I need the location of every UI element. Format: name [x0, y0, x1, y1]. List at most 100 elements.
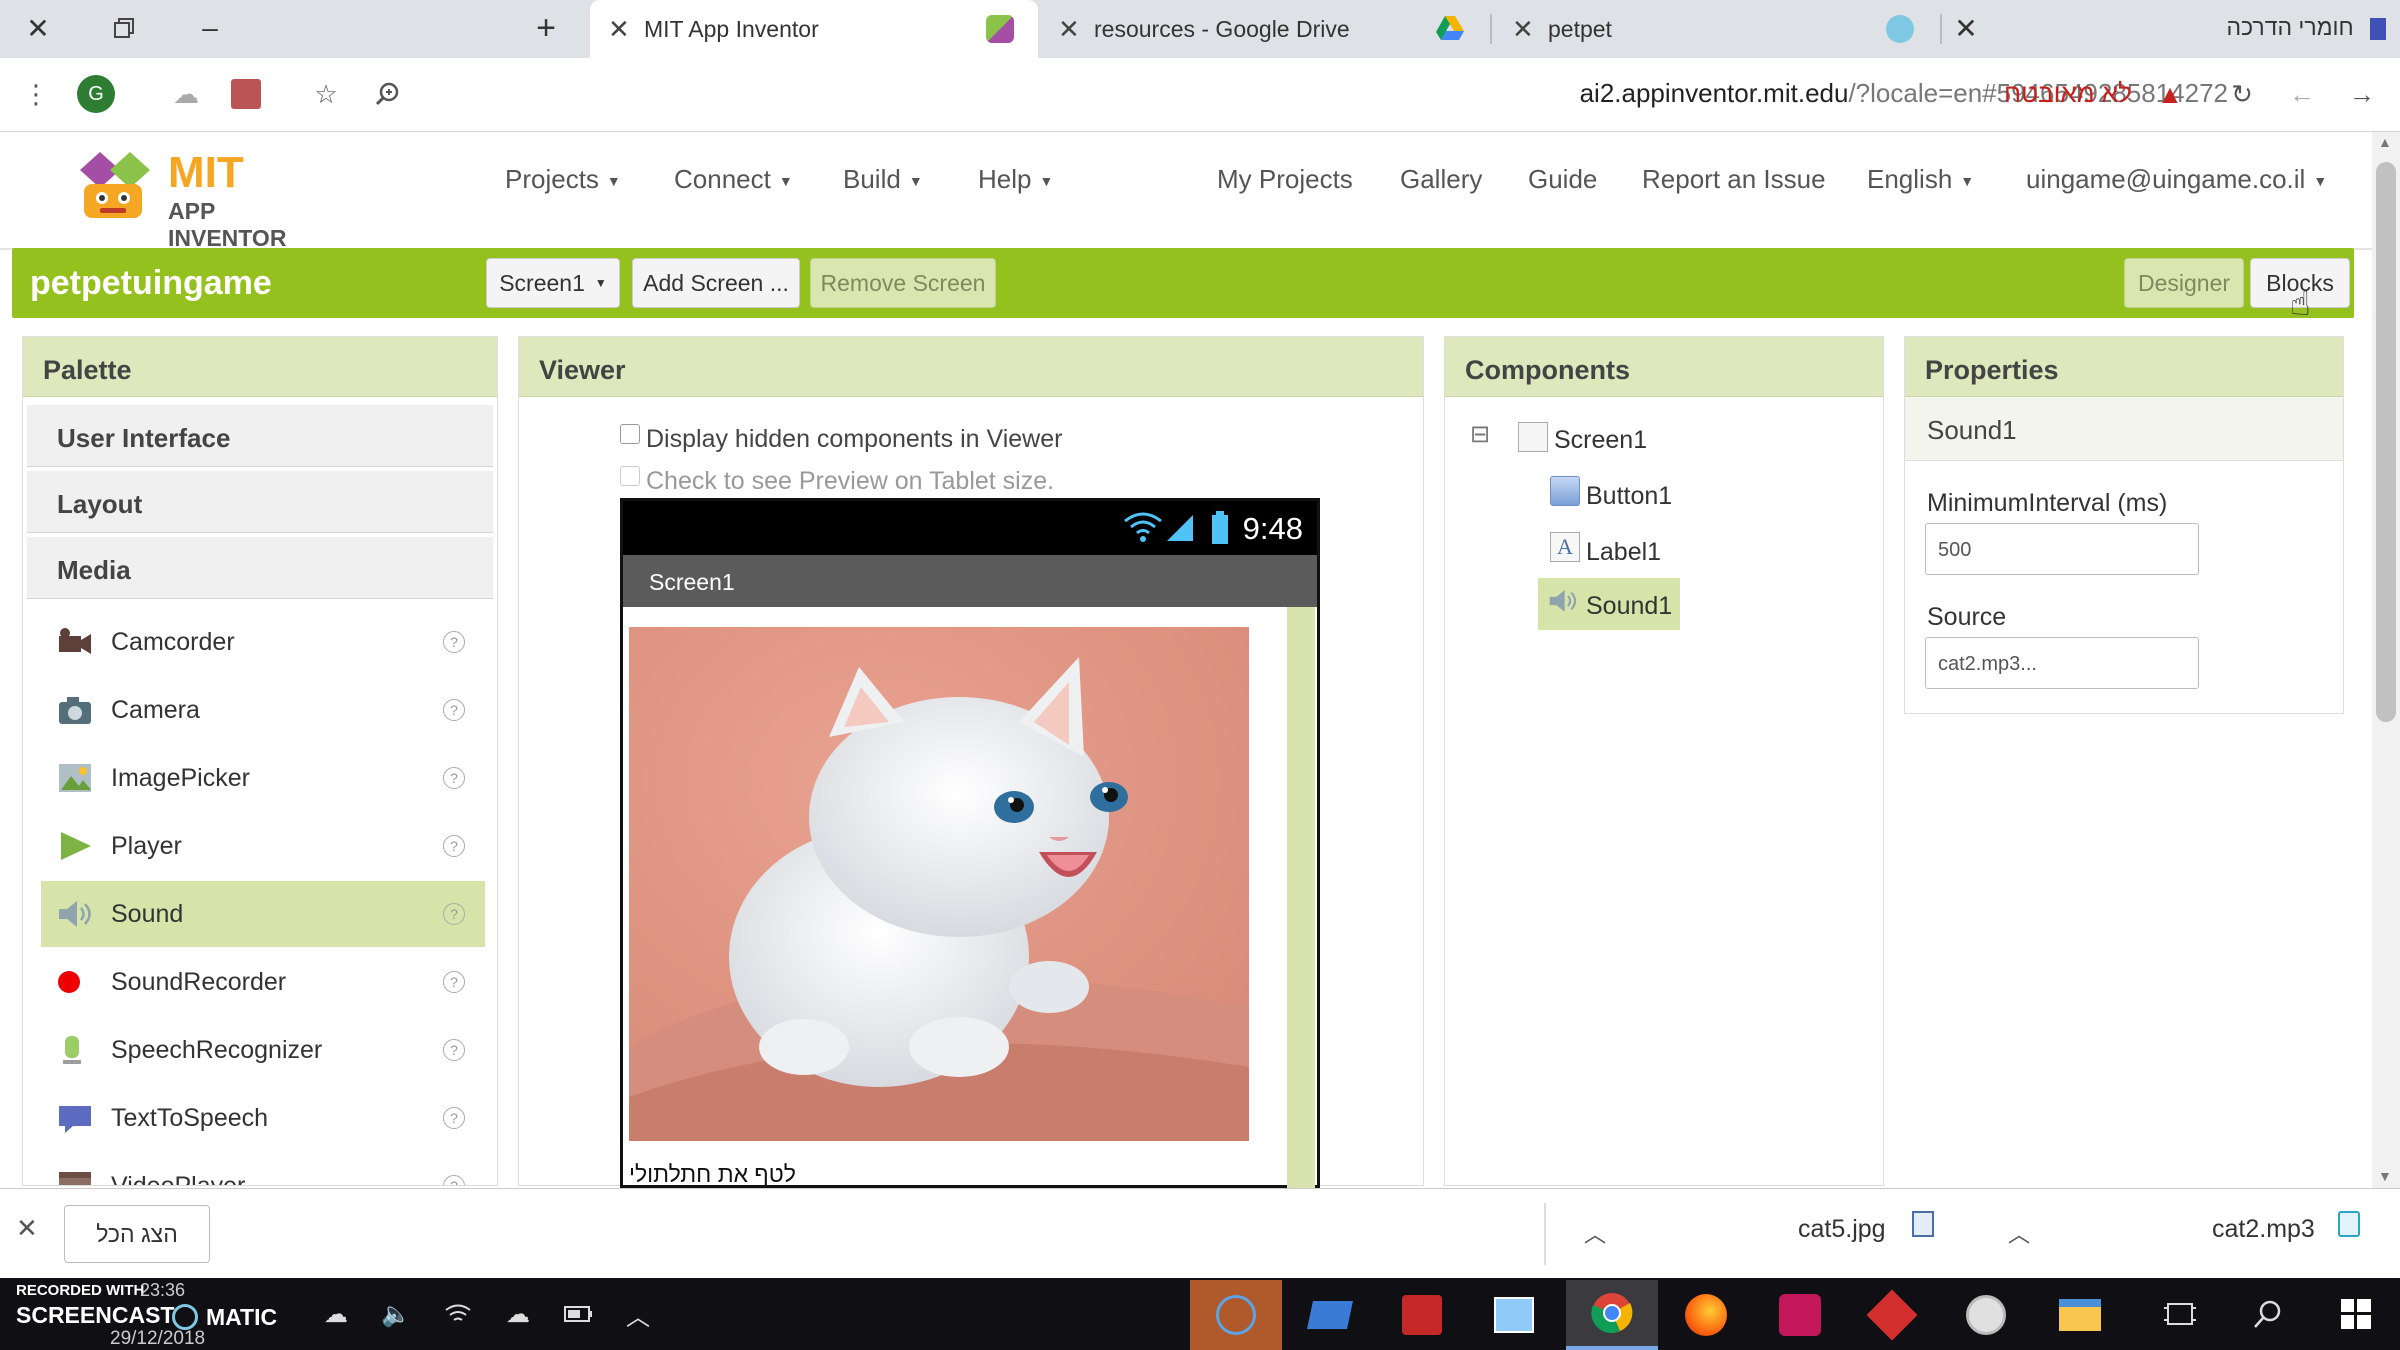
- windows-start-icon[interactable]: [2334, 1292, 2378, 1336]
- taskbar-app-explorer[interactable]: [2034, 1280, 2126, 1350]
- security-warning[interactable]: לא מאובטח: [2004, 78, 2132, 109]
- new-tab-button[interactable]: +: [516, 8, 576, 48]
- download-item-cat5[interactable]: ︿ cat5.jpg: [1560, 1189, 1980, 1279]
- menu-help[interactable]: Help ▼: [978, 164, 1053, 195]
- add-screen-button[interactable]: Add Screen ...: [632, 258, 800, 308]
- component-button1[interactable]: Button1: [1550, 474, 1750, 518]
- help-icon[interactable]: ?: [443, 699, 465, 721]
- zoom-icon[interactable]: [368, 74, 408, 114]
- bookmark-folder[interactable]: חומרי הדרכה: [2170, 14, 2386, 44]
- profile-avatar[interactable]: G: [76, 74, 116, 114]
- screen-select-dropdown[interactable]: Screen1 ▼: [486, 258, 620, 308]
- reload-icon[interactable]: ↻: [2222, 74, 2262, 114]
- chevron-up-icon[interactable]: ︿: [2008, 1217, 2030, 1249]
- help-icon[interactable]: ?: [443, 1107, 465, 1129]
- link-my-projects[interactable]: My Projects: [1217, 164, 1353, 195]
- help-icon[interactable]: ?: [443, 1175, 465, 1185]
- red-app-icon: [1779, 1294, 1821, 1336]
- taskbar-app-tool[interactable]: [1846, 1280, 1938, 1350]
- designer-button[interactable]: Designer: [2124, 258, 2244, 308]
- component-sound1[interactable]: Sound1: [1538, 578, 1680, 630]
- mit-app-inventor-logo[interactable]: MIT APP INVENTOR: [70, 142, 330, 251]
- task-view-icon[interactable]: [2158, 1292, 2202, 1336]
- palette-item-sound[interactable]: Sound ?: [41, 881, 485, 947]
- link-gallery[interactable]: Gallery: [1400, 164, 1482, 195]
- volume-icon[interactable]: 🔈: [374, 1292, 418, 1336]
- extension-pdf-icon[interactable]: [226, 74, 266, 114]
- page-scrollbar-thumb[interactable]: [2376, 162, 2396, 722]
- restore-window-icon[interactable]: [94, 8, 154, 48]
- extension-cloud-icon[interactable]: ☁: [166, 74, 206, 114]
- close-tab-icon[interactable]: ✕: [1512, 14, 1534, 45]
- show-hidden-icons-chevron-icon[interactable]: ︿: [616, 1292, 660, 1336]
- palette-item-imagepicker[interactable]: ImagePicker ?: [41, 745, 485, 811]
- palette-category-media[interactable]: Media: [27, 537, 493, 599]
- remove-screen-button[interactable]: Remove Screen: [810, 258, 996, 308]
- wifi-tray-icon[interactable]: [436, 1292, 480, 1336]
- tab-petpet[interactable]: ✕ petpet: [1494, 0, 1934, 58]
- menu-build[interactable]: Build ▼: [843, 164, 923, 195]
- scroll-down-icon[interactable]: ▼: [2378, 1168, 2392, 1184]
- help-icon[interactable]: ?: [443, 903, 465, 925]
- palette-item-texttospeech[interactable]: TextToSpeech ?: [41, 1085, 485, 1151]
- signal-icon: [1165, 513, 1195, 548]
- onedrive-icon[interactable]: ☁: [314, 1292, 358, 1336]
- taskbar-app-control-panel[interactable]: [1468, 1280, 1560, 1350]
- taskbar-app-firefox[interactable]: [1660, 1280, 1752, 1350]
- minimum-interval-input[interactable]: 500: [1925, 523, 2199, 575]
- show-all-downloads-button[interactable]: הצג הכל: [64, 1205, 210, 1263]
- taskbar-app-docs[interactable]: [1284, 1280, 1376, 1350]
- close-tab-icon[interactable]: ✕: [1058, 14, 1080, 45]
- bookmark-star-icon[interactable]: ☆: [306, 74, 346, 114]
- scroll-up-icon[interactable]: ▲: [2378, 134, 2392, 150]
- source-picker[interactable]: cat2.mp3...: [1925, 637, 2199, 689]
- palette-item-camcorder[interactable]: Camcorder ?: [41, 609, 485, 675]
- download-item-cat2[interactable]: ︿ cat2.mp3: [1988, 1189, 2388, 1279]
- palette-category-layout[interactable]: Layout: [27, 471, 493, 533]
- battery-tray-icon[interactable]: [556, 1292, 600, 1336]
- language-menu[interactable]: English ▼: [1867, 164, 1974, 195]
- help-icon[interactable]: ?: [443, 835, 465, 857]
- hidden-components-checkbox[interactable]: [620, 424, 640, 444]
- help-icon[interactable]: ?: [443, 767, 465, 789]
- component-screen1[interactable]: Screen1: [1518, 418, 1718, 462]
- close-download-bar-icon[interactable]: ✕: [16, 1213, 38, 1244]
- taskbar-app-globe[interactable]: [1940, 1280, 2032, 1350]
- taskbar-app-acrobat[interactable]: [1376, 1280, 1468, 1350]
- search-icon[interactable]: [2246, 1292, 2290, 1336]
- forward-arrow-icon[interactable]: →: [2342, 74, 2382, 114]
- close-tab-icon[interactable]: ✕: [1936, 8, 1996, 48]
- help-icon[interactable]: ?: [443, 631, 465, 653]
- palette-category-user-interface[interactable]: User Interface: [27, 405, 493, 467]
- cloud-sync-icon[interactable]: ☁: [496, 1292, 540, 1336]
- palette-item-videoplayer[interactable]: VideoPlayer ?: [41, 1153, 485, 1185]
- security-warning-label: לא מאובטח: [2004, 78, 2132, 108]
- menu-dots-icon[interactable]: ⋮: [16, 74, 56, 114]
- back-arrow-icon[interactable]: ←: [2282, 74, 2322, 114]
- close-window-icon[interactable]: ✕: [8, 8, 68, 48]
- menu-projects[interactable]: Projects ▼: [505, 164, 621, 195]
- palette-item-speechrecognizer[interactable]: SpeechRecognizer ?: [41, 1017, 485, 1083]
- tab-google-drive[interactable]: ✕ resources - Google Drive: [1040, 0, 1488, 58]
- taskbar-app-red[interactable]: [1754, 1280, 1846, 1350]
- close-tab-icon[interactable]: ✕: [608, 14, 630, 45]
- minimize-window-icon[interactable]: –: [180, 8, 240, 48]
- tablet-preview-checkbox[interactable]: [620, 466, 640, 486]
- taskbar-app-chrome[interactable]: [1566, 1280, 1658, 1350]
- palette-item-soundrecorder[interactable]: SoundRecorder ?: [41, 949, 485, 1015]
- collapse-tree-icon[interactable]: ⊟: [1470, 420, 1490, 449]
- browser-toolbar: ⋮ G ☁ ☆ ai2.appinventor.mit.edu/?locale=…: [0, 58, 2400, 132]
- palette-item-player[interactable]: Player ?: [41, 813, 485, 879]
- menu-connect[interactable]: Connect ▼: [674, 164, 793, 195]
- taskbar-cortana[interactable]: [1190, 1280, 1282, 1350]
- help-icon[interactable]: ?: [443, 1039, 465, 1061]
- account-menu[interactable]: uingame@uingame.co.il ▼: [2026, 164, 2327, 195]
- component-label1[interactable]: A Label1: [1550, 530, 1750, 574]
- page-scrollbar[interactable]: ▲ ▼: [2372, 132, 2400, 1188]
- link-guide[interactable]: Guide: [1528, 164, 1597, 195]
- link-report-issue[interactable]: Report an Issue: [1642, 164, 1826, 195]
- help-icon[interactable]: ?: [443, 971, 465, 993]
- tab-mit-app-inventor[interactable]: ✕ MIT App Inventor: [590, 0, 1038, 58]
- chevron-up-icon[interactable]: ︿: [1584, 1217, 1606, 1249]
- palette-item-camera[interactable]: Camera ?: [41, 677, 485, 743]
